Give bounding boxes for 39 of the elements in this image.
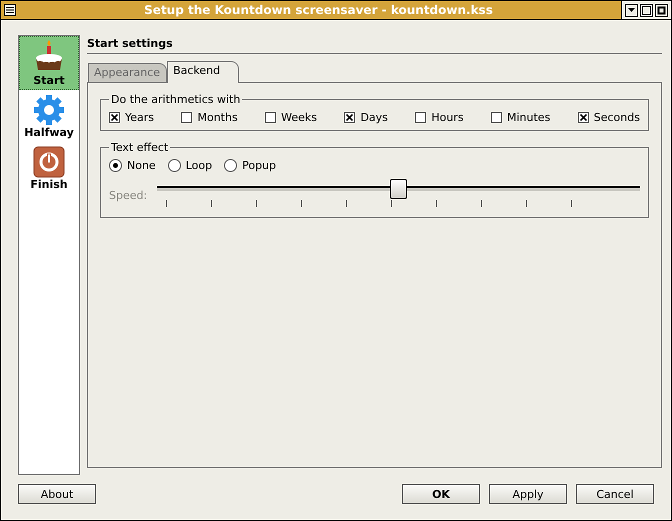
page-title: Start settings <box>87 35 662 54</box>
sidebar-item[interactable]: Start <box>19 36 79 90</box>
sidebar-item[interactable]: Finish <box>19 142 79 194</box>
gear-icon <box>33 94 65 126</box>
window-title: Setup the Kountdown screensaver - kountdown.kss <box>143 3 494 17</box>
power-icon <box>33 146 65 178</box>
dialog-button[interactable]: Apply <box>489 484 567 504</box>
checkbox[interactable] <box>109 112 120 123</box>
checkbox[interactable] <box>344 112 356 123</box>
radio-label[interactable]: None <box>127 159 156 172</box>
group-title: Do the arithmetics with <box>110 93 242 106</box>
checkbox-label[interactable]: Months <box>197 111 238 124</box>
dialog-button[interactable]: About <box>18 484 96 504</box>
checkbox-label[interactable]: Years <box>125 111 154 124</box>
checkbox-label[interactable]: Seconds <box>594 111 640 124</box>
checkbox-label[interactable]: Hours <box>431 111 464 124</box>
radio-label[interactable]: Popup <box>242 159 276 172</box>
group-title: Text effect <box>110 141 170 154</box>
sidebar-item[interactable]: Halfway <box>19 90 79 142</box>
checkbox[interactable] <box>181 112 192 123</box>
radio-label[interactable]: Loop <box>186 159 212 172</box>
checkbox-label[interactable]: Weeks <box>281 111 317 124</box>
dialog-button[interactable]: OK <box>402 484 480 504</box>
maximize-icon[interactable] <box>640 4 653 16</box>
tab[interactable]: Backend <box>167 61 240 83</box>
speed-label: Speed: <box>109 188 148 202</box>
checkbox[interactable] <box>265 112 276 123</box>
menu-icon[interactable] <box>4 4 16 16</box>
checkbox[interactable] <box>578 112 589 123</box>
restore-icon[interactable] <box>655 4 668 16</box>
checkbox[interactable] <box>491 112 502 123</box>
minimize-icon[interactable] <box>625 4 638 16</box>
radio-button[interactable] <box>224 159 238 172</box>
radio-button[interactable] <box>109 159 122 172</box>
checkbox-label[interactable]: Days <box>360 111 388 124</box>
checkbox[interactable] <box>415 112 426 123</box>
radio-button[interactable] <box>168 159 181 172</box>
checkbox-label[interactable]: Minutes <box>507 111 550 124</box>
dialog-button[interactable]: Cancel <box>576 484 654 504</box>
